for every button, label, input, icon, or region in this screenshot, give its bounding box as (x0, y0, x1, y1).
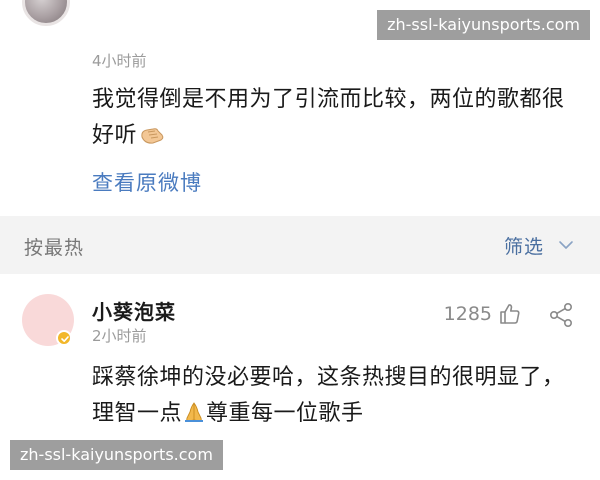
chevron-down-icon (559, 241, 573, 249)
sort-by-hot-label[interactable]: 按最热 (24, 233, 84, 260)
avatar[interactable] (22, 0, 70, 26)
hand-emoji-icon (141, 128, 164, 144)
watermark-top: zh-ssl-kaiyunsports.com (377, 10, 590, 40)
comment-time: 4小时前 (92, 52, 147, 70)
comment-text: 我觉得倒是不用为了引流而比较，两位的歌都很好听 (92, 82, 572, 154)
verified-badge-icon (56, 330, 72, 346)
comment-text-part-2: 尊重每一位歌手 (206, 401, 364, 426)
filter-button[interactable]: 筛选 (504, 230, 574, 260)
sort-bar: 按最热 筛选 (0, 216, 600, 274)
like-button[interactable]: 1285 (444, 302, 522, 326)
like-count: 1285 (443, 303, 492, 325)
comment-username[interactable]: 小葵泡菜 (92, 296, 176, 325)
pray-emoji-icon (185, 402, 204, 422)
comment-text: 踩蔡徐坤的没必要哈，这条热搜目的很明显了，理智一点 尊重每一位歌手 (92, 360, 572, 432)
filter-label: 筛选 (503, 235, 544, 258)
view-original-weibo-link[interactable]: 查看原微博 (92, 167, 202, 197)
watermark-bottom: zh-ssl-kaiyunsports.com (10, 440, 223, 470)
share-icon[interactable] (548, 302, 574, 328)
thumbs-up-icon (500, 304, 520, 324)
comment-time: 2小时前 (92, 327, 147, 345)
avatar[interactable] (22, 294, 74, 346)
